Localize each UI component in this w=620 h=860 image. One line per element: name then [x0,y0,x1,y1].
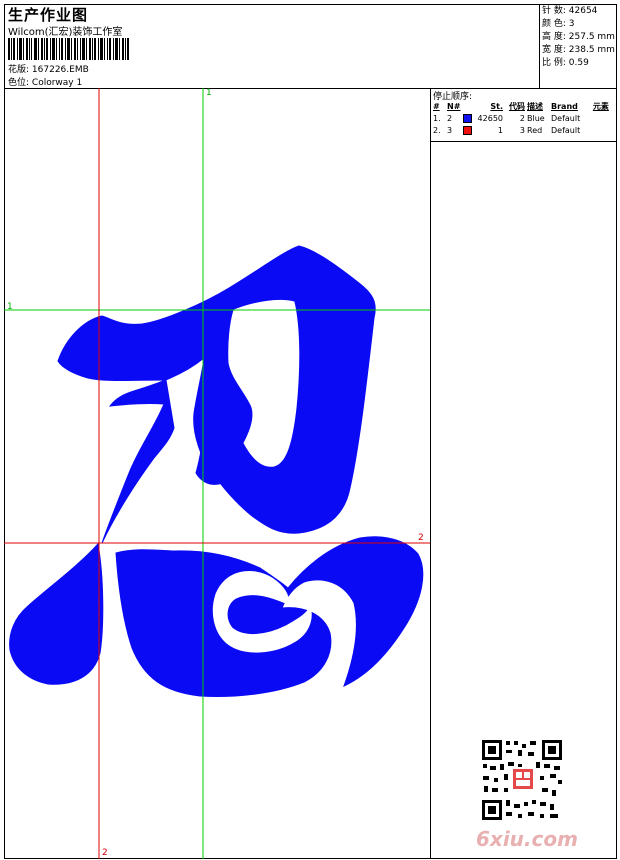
col-stitches: St. [490,102,503,111]
col-brand: Brand [551,102,578,111]
watermark-text: 6xiu.com [476,827,578,851]
table-header-row: # N# St. 代码 描述 Brand 元素 [432,101,616,113]
colors-label: 颜 色: [542,19,566,29]
stitches-row: 针 数: 42654 [542,5,615,18]
qr-code-image [480,738,564,822]
color-swatch [463,126,472,135]
colorway-label: 色位: [8,78,30,88]
table-row: 2. 3 1 3 Red Default [432,125,616,137]
height-value: 257.5 mm [568,32,615,42]
col-needle: N# [447,102,461,111]
stats-panel: 针 数: 42654 颜 色: 3 高 度: 257.5 mm 宽 度: 238… [542,5,615,70]
width-value: 238.5 mm [568,45,615,55]
row-index: 1. [433,114,441,123]
row-brand: Default [551,114,581,123]
row-stitches: 42650 [477,114,503,123]
row-stitches: 1 [497,126,503,135]
width-row: 宽 度: 238.5 mm [542,44,615,57]
design-value: 167226.EMB [31,65,89,75]
row-needle: 2 [447,114,453,123]
guide-red-h-label: 2 [418,533,424,543]
scale-value: 0.59 [568,58,589,68]
stop-sequence-table: # N# St. 代码 描述 Brand 元素 1. 2 42650 2 Blu… [432,101,616,137]
barcode-image [8,38,129,60]
guide-red-v-label: 2 [102,848,108,858]
col-element: 元素 [592,102,609,111]
stitches-value: 42654 [568,6,598,16]
design-label: 花版: [8,65,30,75]
scale-label: 比 例: [542,58,566,68]
row-code: 2 [519,114,525,123]
width-label: 宽 度: [542,45,566,55]
guide-green-v-label: 1 [206,88,212,98]
height-label: 高 度: [542,32,566,42]
row-element [592,125,616,137]
company-name: Wilcom(汇宏)装饰工作室 [8,27,123,38]
colorway-row: 色位: Colorway 1 [8,75,82,88]
stitches-label: 针 数: [542,6,566,16]
row-desc: Red [527,126,543,135]
col-code: 代码 [509,102,525,111]
row-index: 2. [433,126,441,135]
row-needle: 3 [447,126,453,135]
design-glyph [9,245,424,697]
colors-value: 3 [568,19,575,29]
colors-row: 颜 色: 3 [542,18,615,31]
row-brand: Default [551,126,581,135]
row-desc: Blue [527,114,545,123]
col-desc: 描述 [527,102,543,111]
table-row: 1. 2 42650 2 Blue Default [432,113,616,125]
design-preview [4,88,430,859]
height-row: 高 度: 257.5 mm [542,31,615,44]
colorway-value: Colorway 1 [31,78,83,88]
scale-row: 比 例: 0.59 [542,57,615,70]
row-stitches-cell: 1 [462,125,504,137]
color-swatch [463,114,472,123]
guide-green-h-label: 1 [7,302,13,312]
col-index: # [433,102,440,111]
design-row: 花版: 167226.EMB [8,62,89,75]
row-stitches-cell: 42650 [462,113,504,125]
sheet-title: 生产作业图 [8,6,89,24]
row-element [592,113,616,125]
row-code: 3 [519,126,525,135]
